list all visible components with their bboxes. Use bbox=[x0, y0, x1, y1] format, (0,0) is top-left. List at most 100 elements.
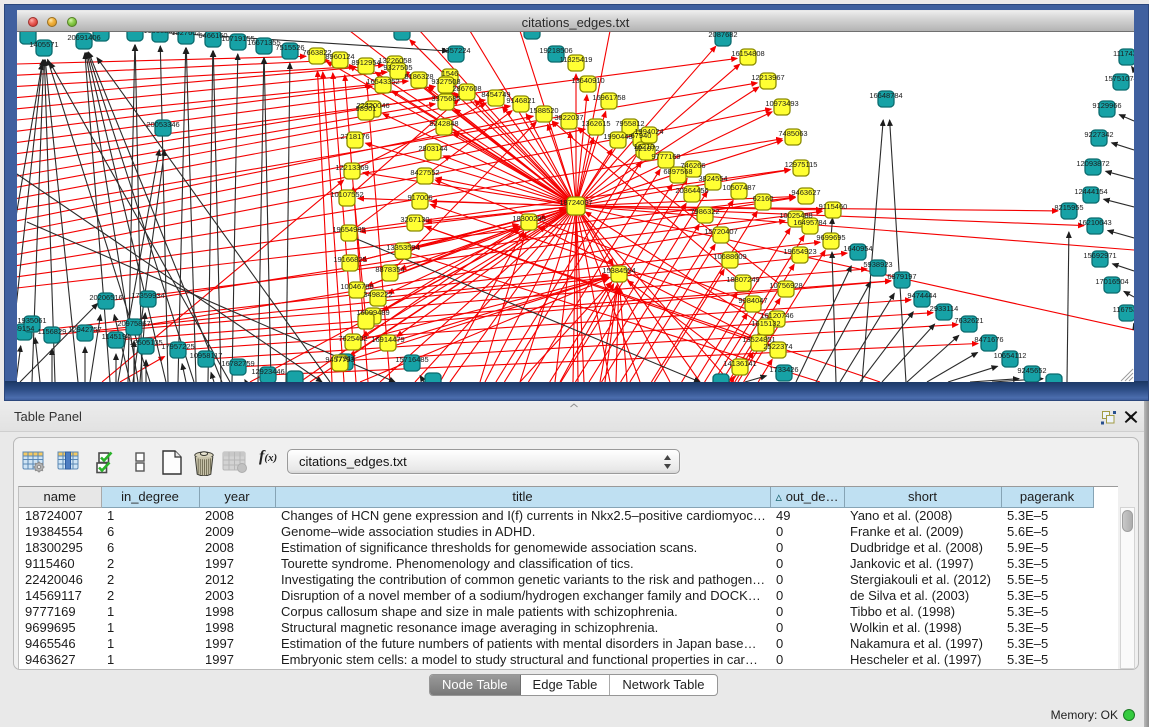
svg-text:1990448: 1990448 bbox=[603, 132, 632, 141]
svg-text:1615132: 1615132 bbox=[751, 319, 780, 328]
svg-text:14136141: 14136141 bbox=[723, 359, 756, 368]
svg-text:12505135: 12505135 bbox=[129, 338, 162, 347]
svg-text:1156829: 1156829 bbox=[38, 327, 67, 336]
svg-text:11325419: 11325419 bbox=[560, 55, 593, 64]
svg-text:3375685: 3375685 bbox=[431, 94, 460, 103]
svg-text:2522374: 2522374 bbox=[763, 342, 792, 351]
svg-text:1994024: 1994024 bbox=[634, 127, 663, 136]
svg-text:10958117: 10958117 bbox=[190, 351, 223, 360]
svg-text:2933114: 2933114 bbox=[930, 304, 959, 313]
svg-text:3267130: 3267130 bbox=[400, 215, 429, 224]
svg-text:15384554: 15384554 bbox=[602, 266, 635, 275]
svg-text:10688609: 10688609 bbox=[713, 252, 746, 261]
svg-text:17359934: 17359934 bbox=[131, 291, 164, 300]
svg-text:19654923: 19654923 bbox=[783, 247, 816, 256]
svg-text:10654112: 10654112 bbox=[994, 351, 1027, 360]
svg-text:20975867: 20975867 bbox=[117, 319, 150, 328]
svg-text:17957225: 17957225 bbox=[161, 342, 194, 351]
svg-text:6879197: 6879197 bbox=[887, 272, 916, 281]
svg-text:15716485: 15716485 bbox=[395, 355, 428, 364]
svg-text:16914479: 16914479 bbox=[371, 335, 404, 344]
svg-text:1145194: 1145194 bbox=[102, 332, 131, 341]
svg-text:7515526: 7515526 bbox=[275, 43, 304, 52]
svg-text:7357224: 7357224 bbox=[441, 46, 470, 55]
svg-text:1527602: 1527602 bbox=[171, 32, 200, 37]
svg-text:2803144: 2803144 bbox=[418, 144, 447, 153]
svg-text:5938923: 5938923 bbox=[863, 260, 892, 269]
svg-text:16210643: 16210643 bbox=[1078, 218, 1111, 227]
svg-text:1362615: 1362615 bbox=[581, 119, 610, 128]
svg-text:3822037: 3822037 bbox=[554, 113, 583, 122]
svg-text:9777169: 9777169 bbox=[651, 152, 680, 161]
svg-text:20691406: 20691406 bbox=[67, 33, 100, 42]
svg-text:9084047: 9084047 bbox=[738, 296, 767, 305]
svg-text:19218506: 19218506 bbox=[539, 46, 572, 55]
svg-text:3498222: 3498222 bbox=[363, 290, 392, 299]
svg-text:9227342: 9227342 bbox=[1084, 130, 1113, 139]
svg-text:98901: 98901 bbox=[356, 104, 377, 113]
svg-text:16154808: 16154808 bbox=[731, 49, 764, 58]
svg-text:8215955: 8215955 bbox=[1054, 203, 1083, 212]
svg-text:9699695: 9699695 bbox=[816, 233, 845, 242]
svg-text:9242848: 9242848 bbox=[429, 119, 458, 128]
svg-text:10756928: 10756928 bbox=[769, 281, 802, 290]
svg-text:18807249: 18807249 bbox=[726, 275, 759, 284]
svg-text:16782759: 16782759 bbox=[221, 359, 254, 368]
svg-text:15751074: 15751074 bbox=[1104, 74, 1134, 83]
svg-text:9327505: 9327505 bbox=[383, 63, 412, 72]
svg-text:62160: 62160 bbox=[753, 194, 774, 203]
svg-text:9245652: 9245652 bbox=[1017, 366, 1046, 375]
svg-text:16648784: 16648784 bbox=[869, 91, 902, 100]
svg-text:12444154: 12444154 bbox=[1074, 187, 1107, 196]
svg-text:1117435: 1117435 bbox=[1113, 49, 1134, 58]
svg-text:8912954: 8912954 bbox=[351, 58, 380, 67]
svg-text:16961758: 16961758 bbox=[592, 93, 625, 102]
svg-text:12213369: 12213369 bbox=[335, 163, 368, 172]
svg-text:20206516: 20206516 bbox=[89, 293, 122, 302]
svg-text:9463627: 9463627 bbox=[791, 188, 820, 197]
svg-text:7986322: 7986322 bbox=[690, 207, 719, 216]
svg-text:1640954: 1640954 bbox=[843, 244, 872, 253]
svg-text:18724007: 18724007 bbox=[559, 198, 592, 207]
svg-text:13640910: 13640910 bbox=[571, 76, 604, 85]
svg-text:17016504: 17016504 bbox=[1095, 277, 1128, 286]
svg-text:917006: 917006 bbox=[407, 193, 432, 202]
svg-text:20364456: 20364456 bbox=[675, 186, 708, 195]
svg-text:12923446: 12923446 bbox=[251, 367, 284, 376]
svg-text:9129966: 9129966 bbox=[1092, 101, 1121, 110]
svg-text:8186328: 8186328 bbox=[404, 72, 433, 81]
svg-text:2718176: 2718176 bbox=[340, 132, 369, 141]
svg-text:3824554: 3824554 bbox=[698, 174, 727, 183]
svg-text:9146821: 9146821 bbox=[506, 96, 535, 105]
svg-text:1167533: 1167533 bbox=[1113, 305, 1134, 314]
svg-text:7485063: 7485063 bbox=[778, 129, 807, 138]
svg-text:8471676: 8471676 bbox=[974, 335, 1003, 344]
svg-text:9457793: 9457793 bbox=[325, 355, 354, 364]
svg-text:10973493: 10973493 bbox=[765, 99, 798, 108]
svg-text:16099489: 16099489 bbox=[356, 308, 389, 317]
svg-text:6897568: 6897568 bbox=[663, 167, 692, 176]
svg-text:16495784: 16495784 bbox=[793, 218, 826, 227]
svg-text:15692971: 15692971 bbox=[1083, 251, 1116, 260]
svg-text:9474444: 9474444 bbox=[907, 291, 936, 300]
svg-text:2087682: 2087682 bbox=[708, 32, 737, 39]
svg-text:8878354: 8878354 bbox=[375, 265, 404, 274]
svg-text:8427552: 8427552 bbox=[410, 168, 439, 177]
svg-text:9115460: 9115460 bbox=[819, 202, 848, 211]
svg-text:1405571: 1405571 bbox=[29, 40, 58, 49]
svg-text:39154: 39154 bbox=[17, 324, 34, 333]
svg-text:12975115: 12975115 bbox=[785, 160, 818, 169]
svg-text:12942757: 12942757 bbox=[68, 325, 101, 334]
svg-text:19166825: 19166825 bbox=[333, 255, 366, 264]
svg-text:1733426: 1733426 bbox=[769, 365, 798, 374]
svg-text:10507487: 10507487 bbox=[722, 183, 755, 192]
svg-text:12093872: 12093872 bbox=[1076, 159, 1109, 168]
svg-text:7625402: 7625402 bbox=[338, 334, 367, 343]
svg-text:12213967: 12213967 bbox=[751, 73, 784, 82]
svg-text:15720407: 15720407 bbox=[704, 227, 737, 236]
svg-text:18300295: 18300295 bbox=[512, 214, 545, 223]
svg-text:10107552: 10107552 bbox=[330, 190, 363, 199]
svg-text:2867608: 2867608 bbox=[452, 84, 481, 93]
svg-text:13353594: 13353594 bbox=[386, 243, 419, 252]
svg-text:19654985: 19654985 bbox=[332, 225, 365, 234]
